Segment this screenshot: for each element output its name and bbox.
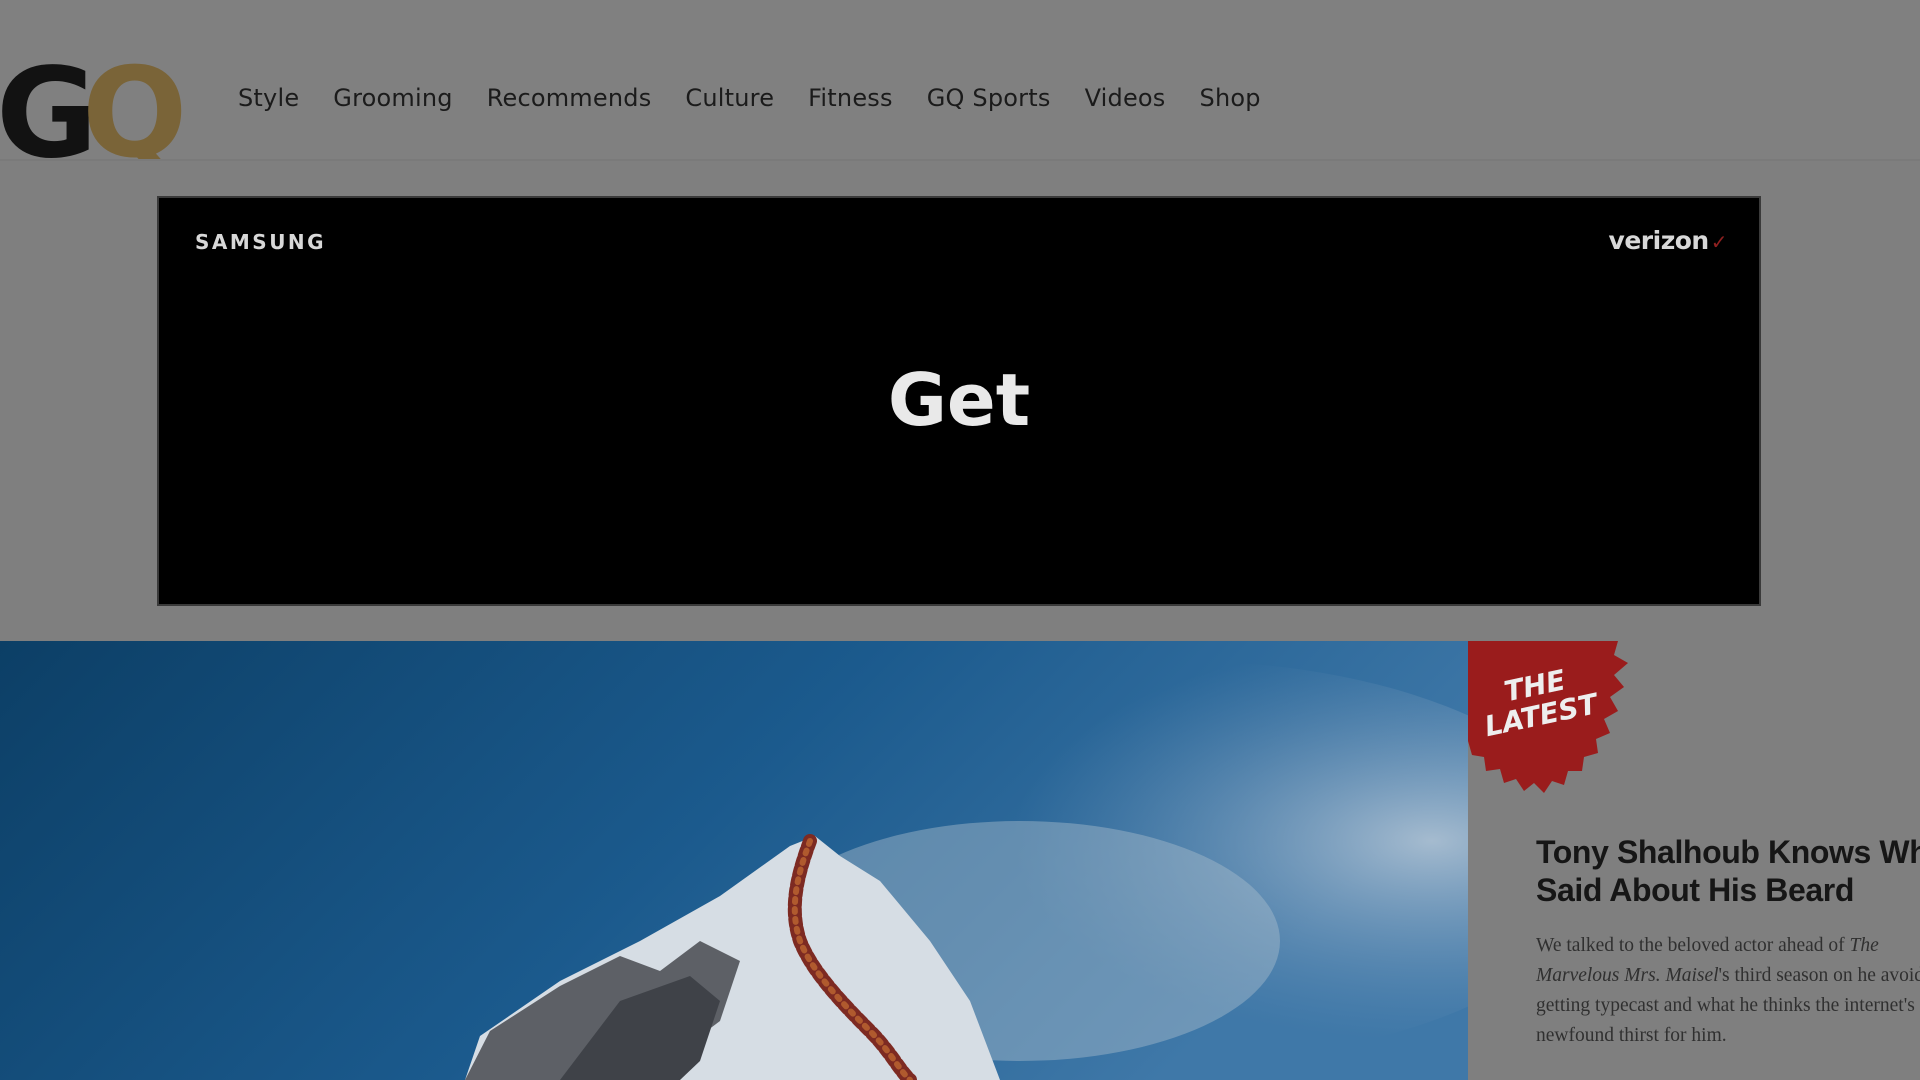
dek-text-1: We talked to the beloved actor ahead of [1536, 935, 1850, 956]
check-icon: ✓ [1710, 230, 1728, 254]
article-dek: We talked to the beloved actor ahead of … [1536, 931, 1920, 1051]
hero-image[interactable] [0, 641, 1468, 1080]
gq-logo[interactable]: G Q [0, 60, 186, 162]
svg-text:G: G [0, 60, 89, 162]
ad-brand-logo: SAMSUNG [195, 230, 327, 254]
ad-headline: Get [887, 358, 1031, 442]
nav-item-videos[interactable]: Videos [1085, 84, 1166, 112]
svg-text:Q: Q [82, 60, 186, 162]
mountain-photo [0, 641, 1468, 1080]
nav-item-style[interactable]: Style [238, 84, 299, 112]
nav-item-fitness[interactable]: Fitness [808, 84, 893, 112]
latest-sidebar: THE LATEST Tony Shalhoub Knows Wha Said … [1468, 641, 1920, 1080]
nav-item-recommends[interactable]: Recommends [487, 84, 652, 112]
article-headline[interactable]: Tony Shalhoub Knows Wha Said About His B… [1536, 833, 1920, 909]
ad-carrier-logo: verizon ✓ [1608, 226, 1728, 255]
nav-item-culture[interactable]: Culture [685, 84, 774, 112]
nav-item-grooming[interactable]: Grooming [333, 84, 452, 112]
ad-carrier-label: verizon [1608, 226, 1710, 255]
site-header: G Q Style Grooming Recommends Culture Fi… [0, 0, 1920, 162]
main-nav: Style Grooming Recommends Culture Fitnes… [238, 84, 1295, 112]
banner-ad[interactable]: SAMSUNG verizon ✓ Get [157, 196, 1761, 606]
nav-item-shop[interactable]: Shop [1200, 84, 1261, 112]
nav-item-gq-sports[interactable]: GQ Sports [927, 84, 1051, 112]
